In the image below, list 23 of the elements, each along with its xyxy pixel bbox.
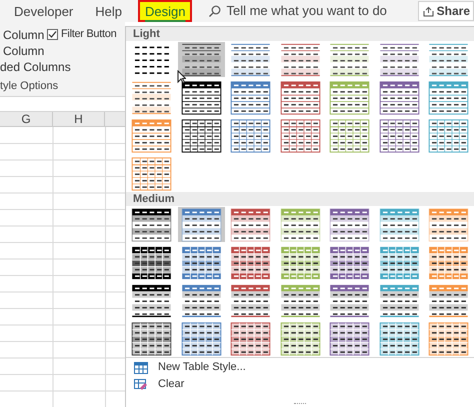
menu-item[interactable]: New Table Style... <box>126 359 474 376</box>
table-style-swatch[interactable] <box>178 42 225 77</box>
filter-button-checkbox[interactable]: Filter Button <box>47 26 116 42</box>
mouse-pointer-icon <box>177 70 186 84</box>
ribbon-tab[interactable]: Developer <box>14 4 74 18</box>
share-icon <box>422 6 434 16</box>
option-label: Column <box>3 27 44 44</box>
column-header[interactable]: G <box>0 112 53 126</box>
ribbon-tab[interactable]: Help <box>95 4 122 18</box>
group-label: tyle Options <box>0 79 58 94</box>
search-icon <box>208 4 222 18</box>
section-header: Light <box>126 27 474 41</box>
table-style-swatch[interactable] <box>178 207 225 242</box>
option-label: Column <box>3 43 44 60</box>
checkmark-icon <box>48 30 57 39</box>
ribbon-tab[interactable]: Design <box>138 0 192 22</box>
menu-item[interactable]: Clear <box>126 376 474 393</box>
table-icon <box>134 362 148 374</box>
column-header[interactable]: H <box>53 112 105 126</box>
table-eraser-icon <box>134 378 148 390</box>
share-button[interactable]: Share <box>418 1 474 21</box>
section-header: Medium <box>126 192 474 206</box>
option-label: ded Columns <box>0 59 71 76</box>
